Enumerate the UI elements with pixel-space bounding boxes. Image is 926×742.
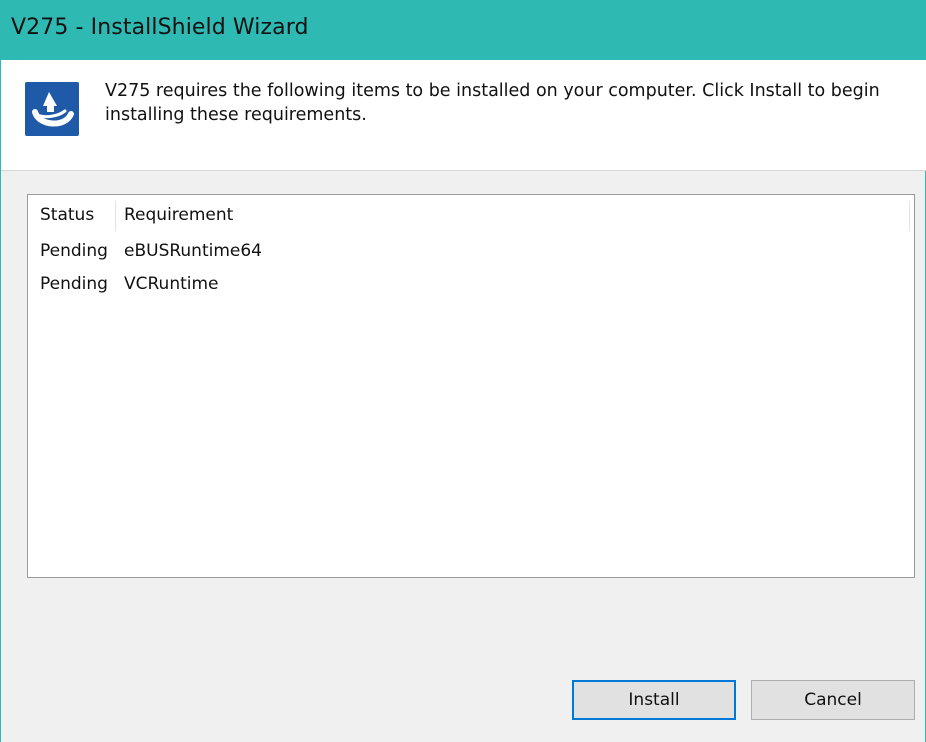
- requirement-name: VCRuntime: [124, 274, 219, 294]
- column-header-requirement[interactable]: Requirement: [124, 205, 233, 225]
- window-title: V275 - InstallShield Wizard: [11, 15, 309, 40]
- cancel-button[interactable]: Cancel: [751, 680, 915, 720]
- installshield-app-icon: [25, 82, 79, 136]
- list-item[interactable]: Pending eBUSRuntime64: [28, 237, 914, 267]
- column-header-status[interactable]: Status: [40, 205, 94, 225]
- header-divider: [1, 170, 926, 171]
- installer-window: V275 - InstallShield Wizard V275 require…: [0, 0, 926, 742]
- list-item[interactable]: Pending VCRuntime: [28, 270, 914, 300]
- requirement-name: eBUSRuntime64: [124, 241, 262, 261]
- requirement-status: Pending: [40, 241, 108, 261]
- header-panel: V275 requires the following items to be …: [1, 60, 926, 170]
- title-bar[interactable]: V275 - InstallShield Wizard: [1, 0, 926, 60]
- install-button[interactable]: Install: [572, 680, 736, 720]
- column-separator[interactable]: [115, 201, 116, 231]
- list-header: Status Requirement: [28, 195, 914, 235]
- requirement-status: Pending: [40, 274, 108, 294]
- requirements-list[interactable]: Status Requirement Pending eBUSRuntime64…: [27, 194, 915, 578]
- column-separator[interactable]: [909, 201, 910, 231]
- requirements-message: V275 requires the following items to be …: [105, 81, 880, 125]
